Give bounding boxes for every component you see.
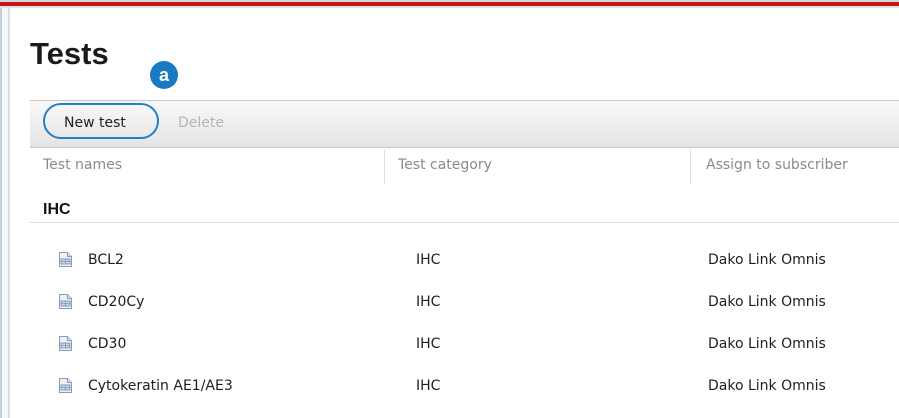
test-category: IHC — [416, 336, 441, 352]
table-row[interactable]: CD30 IHC Dako Link Omnis — [30, 330, 899, 366]
test-category: IHC — [416, 378, 441, 394]
new-test-button[interactable]: New test — [64, 113, 126, 133]
page-title: Tests — [30, 36, 109, 71]
delete-button[interactable]: Delete — [178, 113, 224, 133]
column-header-test-names[interactable]: Test names — [43, 155, 122, 175]
test-document-icon — [59, 378, 72, 393]
column-divider — [690, 150, 691, 184]
test-document-icon — [59, 294, 72, 309]
column-header-assign-to-subscriber[interactable]: Assign to subscriber — [706, 155, 848, 175]
table-row[interactable]: BCL2 IHC Dako Link Omnis — [30, 246, 899, 282]
test-subscriber: Dako Link Omnis — [708, 378, 826, 394]
test-subscriber: Dako Link Omnis — [708, 294, 826, 310]
window-top-border — [0, 0, 899, 8]
toolbar: New test Delete — [30, 100, 899, 148]
group-divider — [30, 222, 899, 223]
test-name: Cytokeratin AE1/AE3 — [88, 378, 233, 394]
test-name: CD20Cy — [88, 294, 145, 310]
test-name: BCL2 — [88, 252, 124, 268]
callout-badge: a — [150, 61, 178, 89]
test-subscriber: Dako Link Omnis — [708, 252, 826, 268]
table-row[interactable]: Cytokeratin AE1/AE3 IHC Dako Link Omnis — [30, 372, 899, 408]
test-name: CD30 — [88, 336, 127, 352]
column-header-test-category[interactable]: Test category — [398, 155, 492, 175]
test-category: IHC — [416, 252, 441, 268]
test-document-icon — [59, 336, 72, 351]
column-divider — [384, 150, 385, 184]
table-row[interactable]: CD20Cy IHC Dako Link Omnis — [30, 288, 899, 324]
window-left-border — [0, 8, 10, 418]
test-document-icon — [59, 252, 72, 267]
test-category: IHC — [416, 294, 441, 310]
group-header-ihc[interactable]: IHC — [43, 201, 71, 219]
test-subscriber: Dako Link Omnis — [708, 336, 826, 352]
